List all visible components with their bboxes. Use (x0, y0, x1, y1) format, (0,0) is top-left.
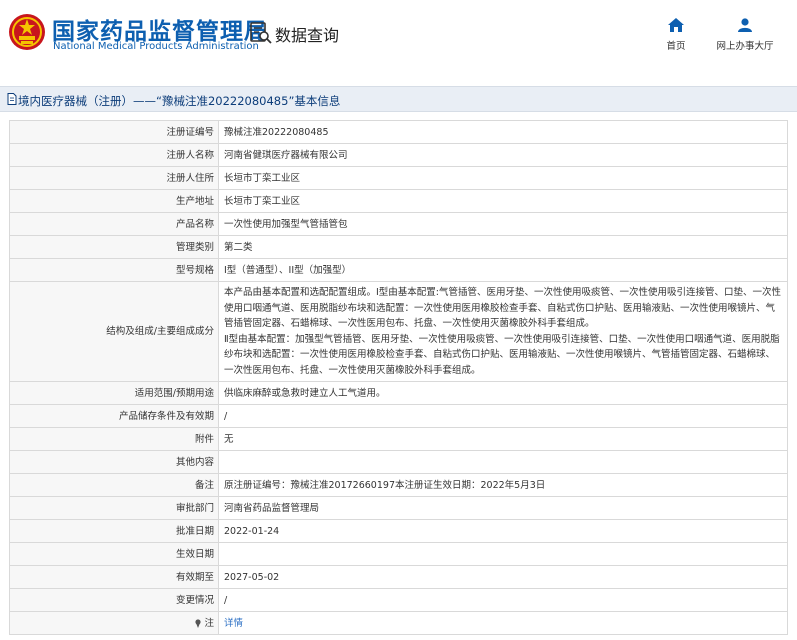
device-info-table: 注册证编号 豫械注准20222080485 注册人名称 河南省健琪医疗器械有限公… (9, 120, 788, 635)
row-label: 附件 (9, 427, 219, 451)
table-row: 适用范围/预期用途 供临床麻醉或急救时建立人工气道用。 (9, 381, 788, 405)
nav-online-office-label: 网上办事大厅 (716, 41, 774, 52)
row-label: 注册人住所 (9, 166, 219, 190)
row-value: 供临床麻醉或急救时建立人工气道用。 (218, 381, 788, 405)
row-label: 注册人名称 (9, 143, 219, 167)
table-row: 备注 原注册证编号：豫械注准20172660197本注册证生效日期：2022年5… (9, 473, 788, 497)
row-value: 长垣市丁栾工业区 (218, 166, 788, 190)
table-row: 产品名称 一次性使用加强型气管插管包 (9, 212, 788, 236)
row-value: 无 (218, 427, 788, 451)
page-title: 境内医疗器械（注册）——“豫械注准20222080485”基本信息 (18, 94, 341, 108)
query-title: 数据查询 (275, 26, 340, 45)
row-value: 长垣市丁栾工业区 (218, 189, 788, 213)
table-row: 生效日期 (9, 542, 788, 566)
row-value: 一次性使用加强型气管插管包 (218, 212, 788, 236)
row-value (218, 542, 788, 566)
row-value: 原注册证编号：豫械注准20172660197本注册证生效日期：2022年5月3日 (218, 473, 788, 497)
table-row: 生产地址 长垣市丁栾工业区 (9, 189, 788, 213)
row-label: 管理类别 (9, 235, 219, 259)
table-row: 注册人名称 河南省健琪医疗器械有限公司 (9, 143, 788, 167)
row-label: 结构及组成/主要组成成分 (9, 281, 219, 382)
row-label: 批准日期 (9, 519, 219, 543)
row-label: 注 (204, 617, 214, 629)
pin-icon (195, 618, 202, 628)
table-row: 批准日期 2022-01-24 (9, 519, 788, 543)
table-row: 审批部门 河南省药品监督管理局 (9, 496, 788, 520)
home-icon (668, 18, 684, 32)
national-emblem-icon[interactable] (8, 13, 46, 51)
nav-online-office[interactable]: 网上办事大厅 (708, 18, 782, 52)
row-label: 审批部门 (9, 496, 219, 520)
user-icon (738, 18, 752, 32)
row-label: 变更情况 (9, 588, 219, 612)
row-label: 注册证编号 (9, 120, 219, 144)
row-label: 适用范围/预期用途 (9, 381, 219, 405)
row-value: 河南省健琪医疗器械有限公司 (218, 143, 788, 167)
row-value: 详情 (218, 611, 788, 635)
row-label: 产品储存条件及有效期 (9, 404, 219, 428)
table-row: 注册证编号 豫械注准20222080485 (9, 120, 788, 144)
table-row: 变更情况 / (9, 588, 788, 612)
row-value: / (218, 588, 788, 612)
document-icon (7, 93, 17, 105)
row-label: 生效日期 (9, 542, 219, 566)
row-value (218, 450, 788, 474)
site-name-en[interactable]: National Medical Products Administration (53, 41, 259, 52)
structure-text: 本产品由基本配置和选配配置组成。Ⅰ型由基本配置:气管插管、医用牙垫、一次性使用吸… (224, 287, 782, 376)
table-row: 附件 无 (9, 427, 788, 451)
nav-home[interactable]: 首页 (661, 18, 691, 52)
table-row: 产品储存条件及有效期 / (9, 404, 788, 428)
row-label: 其他内容 (9, 450, 219, 474)
table-row: 管理类别 第二类 (9, 235, 788, 259)
row-label: 型号规格 (9, 258, 219, 282)
site-header: 国家药品监督管理局 National Medical Products Admi… (0, 0, 797, 82)
row-label: 备注 (9, 473, 219, 497)
row-label: 产品名称 (9, 212, 219, 236)
table-row: 结构及组成/主要组成成分 本产品由基本配置和选配配置组成。Ⅰ型由基本配置:气管插… (9, 281, 788, 382)
nav-home-label: 首页 (666, 41, 686, 52)
row-value: 2027-05-02 (218, 565, 788, 589)
note-label-cell: 注 (9, 611, 219, 635)
row-value: 2022-01-24 (218, 519, 788, 543)
row-value: I型（普通型）、II型（加强型） (218, 258, 788, 282)
data-query-icon (250, 22, 272, 44)
table-row: 注 详情 (9, 611, 788, 635)
table-row: 注册人住所 长垣市丁栾工业区 (9, 166, 788, 190)
row-value: 第二类 (218, 235, 788, 259)
table-row: 型号规格 I型（普通型）、II型（加强型） (9, 258, 788, 282)
row-value: 豫械注准20222080485 (218, 120, 788, 144)
row-value: / (218, 404, 788, 428)
table-row: 有效期至 2027-05-02 (9, 565, 788, 589)
row-value: 河南省药品监督管理局 (218, 496, 788, 520)
details-link[interactable]: 详情 (224, 618, 243, 629)
page-title-bar: 境内医疗器械（注册）——“豫械注准20222080485”基本信息 (0, 86, 797, 112)
row-label: 有效期至 (9, 565, 219, 589)
table-row: 其他内容 (9, 450, 788, 474)
row-label: 生产地址 (9, 189, 219, 213)
row-value: 本产品由基本配置和选配配置组成。Ⅰ型由基本配置:气管插管、医用牙垫、一次性使用吸… (218, 281, 788, 382)
